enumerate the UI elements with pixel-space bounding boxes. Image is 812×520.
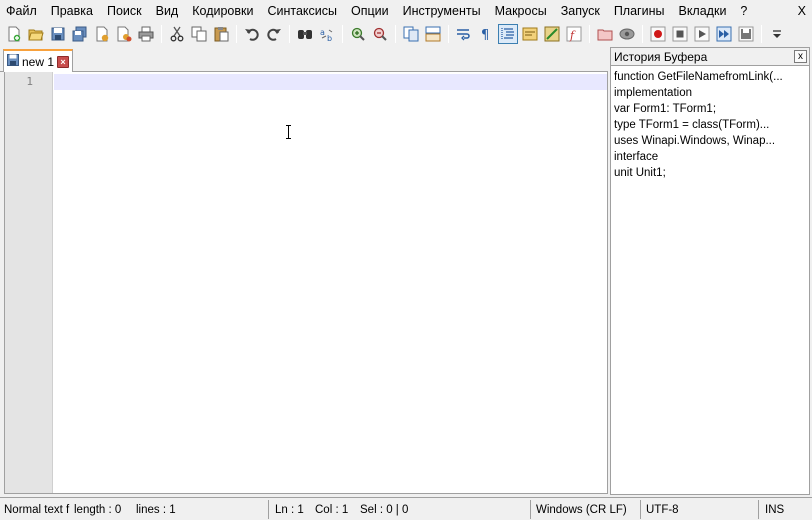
sync-vertical-icon[interactable] — [401, 24, 421, 44]
save-icon[interactable] — [48, 24, 68, 44]
menu-window[interactable]: Вкладки — [671, 0, 733, 22]
toolbar-separator — [642, 25, 643, 43]
copy-icon[interactable] — [189, 24, 209, 44]
status-bar: Normal text f length : 0 lines : 1 Ln : … — [0, 497, 812, 520]
document-map-icon[interactable] — [542, 24, 562, 44]
status-divider — [530, 500, 531, 519]
toolbar-overflow-icon[interactable] — [767, 24, 787, 44]
toolbar-separator — [448, 25, 449, 43]
folder-workspace-icon[interactable] — [595, 24, 615, 44]
menu-run[interactable]: Запуск — [554, 0, 607, 22]
status-divider — [268, 500, 269, 519]
macro-stop-icon[interactable] — [670, 24, 690, 44]
status-doc-type: Normal text f — [4, 504, 70, 516]
toolbar-separator — [761, 25, 762, 43]
line-number: 1 — [26, 75, 33, 88]
menu-language[interactable]: Синтаксисы — [260, 0, 344, 22]
clipboard-list: function GetFileNamefromLink(... impleme… — [611, 66, 809, 181]
macro-record-icon[interactable] — [648, 24, 668, 44]
toolbar-separator — [342, 25, 343, 43]
tab-new-1[interactable]: new 1 × — [3, 49, 73, 72]
toolbar-separator — [589, 25, 590, 43]
menu-edit[interactable]: Правка — [44, 0, 100, 22]
menu-view[interactable]: Вид — [149, 0, 186, 22]
user-language-icon[interactable] — [520, 24, 540, 44]
macro-save-icon[interactable] — [736, 24, 756, 44]
status-sel: Sel : 0 | 0 — [360, 504, 409, 516]
menu-settings[interactable]: Опции — [344, 0, 396, 22]
panel-header: История Буфера — [611, 48, 809, 66]
list-item[interactable]: var Form1: TForm1; — [611, 101, 809, 117]
toolbar-separator — [236, 25, 237, 43]
toolbar-separator — [289, 25, 290, 43]
menu-plugins[interactable]: Плагины — [607, 0, 672, 22]
close-document-button[interactable]: X — [798, 0, 806, 22]
menu-search[interactable]: Поиск — [100, 0, 149, 22]
status-length: length : 0 — [74, 504, 122, 516]
close-all-icon[interactable] — [114, 24, 134, 44]
toolbar: ab ¶ f — [0, 22, 812, 46]
redo-icon[interactable] — [264, 24, 284, 44]
show-all-chars-icon[interactable]: ¶ — [476, 24, 496, 44]
status-ln: Ln : 1 — [275, 504, 304, 516]
tab-label: new 1 — [22, 54, 55, 69]
status-insert-mode[interactable]: INS — [762, 501, 784, 519]
open-file-icon[interactable] — [26, 24, 46, 44]
status-eol[interactable]: Windows (CR LF) — [533, 501, 627, 519]
status-divider — [640, 500, 641, 519]
new-file-icon[interactable] — [4, 24, 24, 44]
panel-close-button[interactable]: x — [794, 50, 807, 63]
undo-icon[interactable] — [242, 24, 262, 44]
indent-guide-icon[interactable] — [498, 24, 518, 44]
close-tab-icon[interactable]: × — [57, 55, 70, 68]
list-item[interactable]: implementation — [611, 85, 809, 101]
panel-title: История Буфера — [614, 49, 708, 64]
status-divider — [758, 500, 759, 519]
function-list-icon[interactable]: f — [564, 24, 584, 44]
status-lines: lines : 1 — [136, 504, 176, 516]
list-item[interactable]: interface — [611, 149, 809, 165]
current-line-highlight — [54, 74, 607, 90]
word-wrap-icon[interactable] — [454, 24, 474, 44]
toolbar-separator — [161, 25, 162, 43]
status-col: Col : 1 — [315, 504, 349, 516]
svg-text:¶: ¶ — [481, 28, 489, 42]
paste-icon[interactable] — [211, 24, 231, 44]
svg-text:a: a — [320, 28, 325, 37]
sync-horizontal-icon[interactable] — [423, 24, 443, 44]
menu-encoding[interactable]: Кодировки — [185, 0, 260, 22]
zoom-out-icon[interactable] — [370, 24, 390, 44]
menu-bar: Файл Правка Поиск Вид Кодировки Синтакси… — [0, 0, 812, 22]
line-number-gutter: 1 — [5, 72, 53, 493]
menu-file[interactable]: Файл — [0, 0, 44, 22]
list-item[interactable]: uses Winapi.Windows, Winap... — [611, 133, 809, 149]
editor-area[interactable]: 1 — [4, 72, 608, 494]
cut-icon[interactable] — [167, 24, 187, 44]
zoom-in-icon[interactable] — [348, 24, 368, 44]
save-all-icon[interactable] — [70, 24, 90, 44]
menu-tools[interactable]: Инструменты — [396, 0, 488, 22]
document-icon — [7, 54, 19, 69]
print-icon[interactable] — [136, 24, 156, 44]
find-icon[interactable] — [295, 24, 315, 44]
list-item[interactable]: function GetFileNamefromLink(... — [611, 69, 809, 85]
macro-run-multiple-icon[interactable] — [714, 24, 734, 44]
macro-play-icon[interactable] — [692, 24, 712, 44]
list-item[interactable]: type TForm1 = class(TForm)... — [611, 117, 809, 133]
menu-help[interactable]: ? — [733, 0, 754, 22]
replace-icon[interactable]: ab — [317, 24, 337, 44]
list-item[interactable]: unit Unit1; — [611, 165, 809, 181]
svg-text:b: b — [327, 34, 332, 42]
status-encoding[interactable]: UTF-8 — [643, 501, 679, 519]
monitoring-icon[interactable] — [617, 24, 637, 44]
menu-macro[interactable]: Макросы — [488, 0, 554, 22]
close-icon[interactable] — [92, 24, 112, 44]
tab-strip: new 1 × — [0, 46, 608, 72]
clipboard-history-panel: История Буфера x function GetFileNamefro… — [610, 47, 810, 495]
text-cursor-icon — [286, 125, 291, 139]
toolbar-separator — [395, 25, 396, 43]
